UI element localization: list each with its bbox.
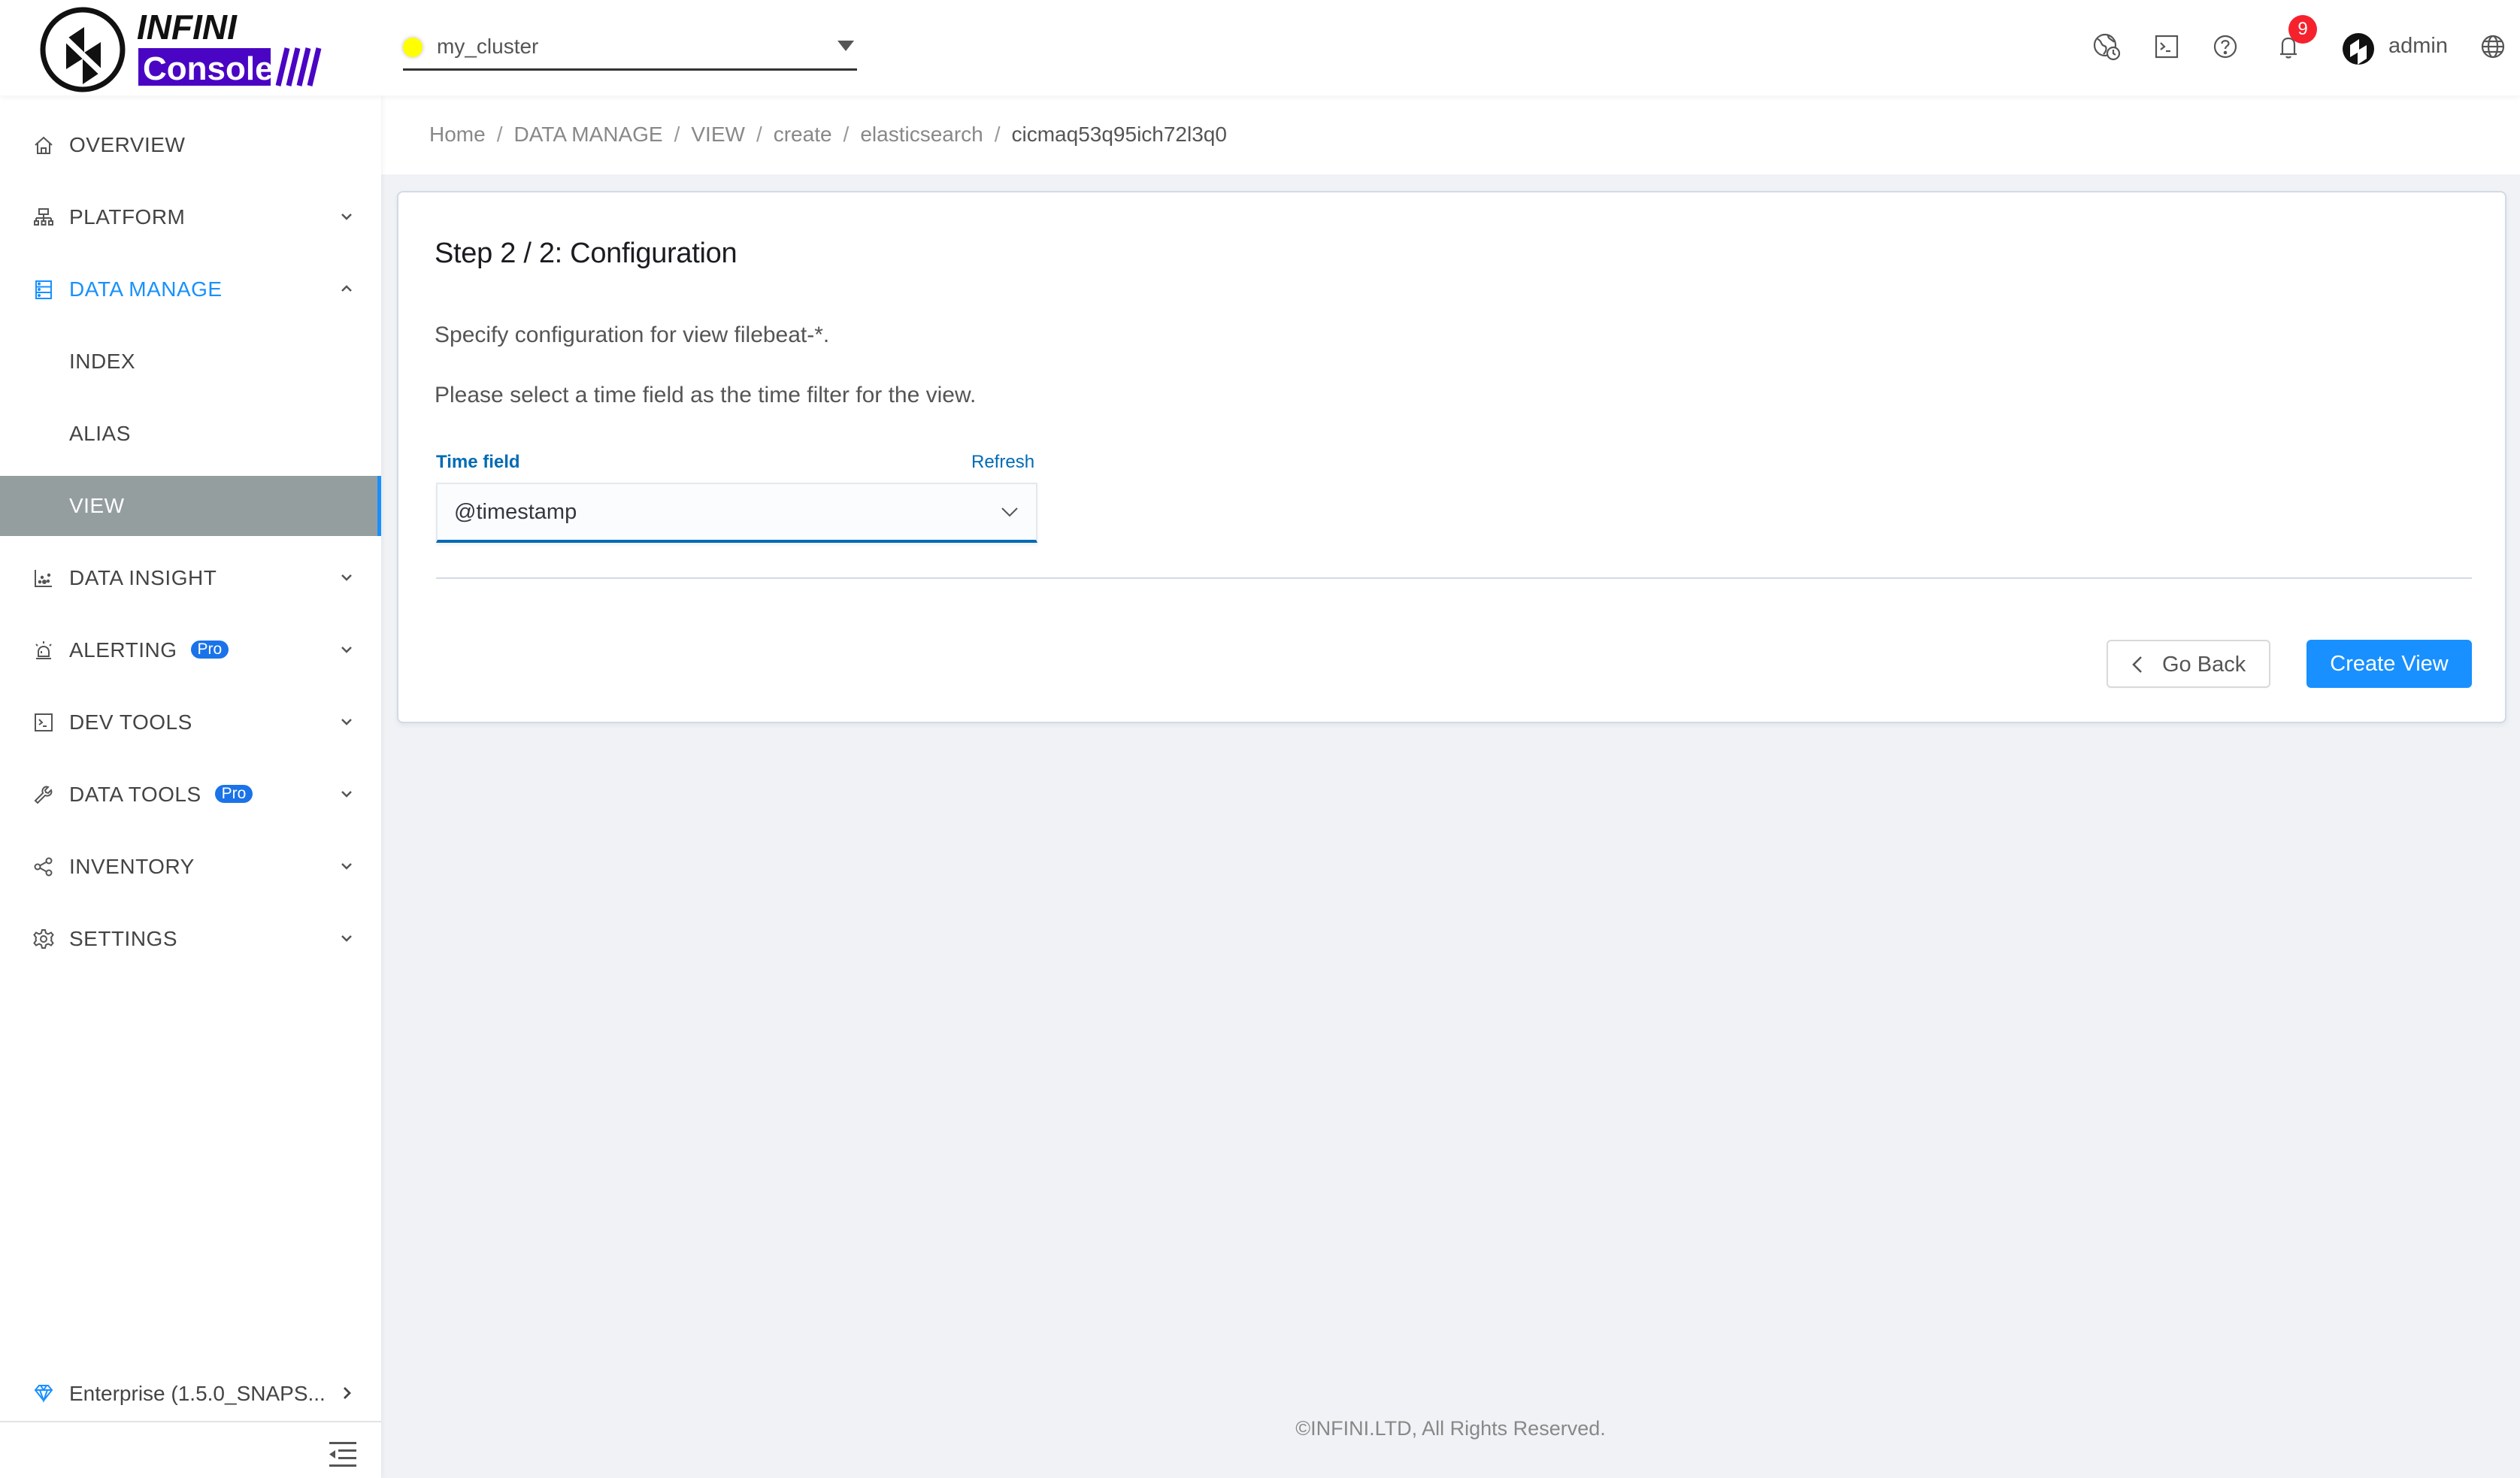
notification-badge: 9 <box>2288 15 2317 44</box>
terminal-icon <box>33 712 54 733</box>
sidebar-item-inventory[interactable]: INVENTORY <box>0 837 381 897</box>
help-icon[interactable] <box>2210 32 2240 62</box>
breadcrumb-separator: / <box>496 123 503 146</box>
breadcrumb-current: cicmaq53q95ich72l3q0 <box>1011 123 1227 146</box>
refresh-link[interactable]: Refresh <box>971 452 1034 473</box>
siren-icon <box>33 640 54 661</box>
chevron-right-icon <box>340 1385 355 1401</box>
breadcrumb-elasticsearch[interactable]: elasticsearch <box>860 123 983 146</box>
cluster-name: my_cluster <box>437 35 539 58</box>
pro-badge: Pro <box>214 784 253 803</box>
sidebar-item-label: DATA INSIGHT <box>69 566 217 589</box>
language-globe-icon[interactable] <box>2478 32 2508 62</box>
breadcrumb-bar: Home / DATA MANAGE / VIEW / create / elasticsear… <box>381 95 2520 174</box>
chevron-up-icon <box>338 280 355 297</box>
globe-clock-icon[interactable] <box>2091 32 2122 62</box>
breadcrumb: Home / DATA MANAGE / VIEW / create / elasticsear… <box>429 123 1227 147</box>
sidebar-item-settings[interactable]: SETTINGS <box>0 909 381 969</box>
sidebar-item-index[interactable]: INDEX <box>0 332 381 392</box>
user-avatar[interactable] <box>2343 33 2374 65</box>
create-view-button[interactable]: Create View <box>2306 640 2472 688</box>
breadcrumb-separator: / <box>843 123 850 146</box>
go-back-button[interactable]: Go Back <box>2107 640 2270 688</box>
user-menu[interactable]: admin <box>2388 34 2448 59</box>
time-field-value: @timestamp <box>454 500 577 524</box>
card-divider <box>436 577 2472 579</box>
gear-icon <box>33 928 54 949</box>
breadcrumb-separator: / <box>674 123 680 146</box>
breadcrumb-create[interactable]: create <box>774 123 832 146</box>
chevron-down-icon <box>338 930 355 946</box>
terminal-icon[interactable] <box>2152 32 2182 62</box>
chevron-down-icon <box>338 208 355 225</box>
breadcrumb-separator: / <box>994 123 1001 146</box>
sidebar-item-label: ALERTING Pro <box>69 638 229 662</box>
infini-console-logo[interactable]: INFINI Console <box>36 3 337 93</box>
top-header: INFINI Console my_cluster 9 admin <box>0 0 2520 95</box>
time-field-instruction: Please select a time field as the time f… <box>435 383 977 407</box>
cluster-select[interactable]: my_cluster <box>403 26 857 71</box>
configuration-card: Step 2 / 2: Configuration Specify config… <box>397 191 2506 723</box>
sidebar-item-view[interactable]: VIEW <box>0 476 381 536</box>
collapse-menu-icon[interactable] <box>328 1442 358 1467</box>
home-icon <box>33 135 54 156</box>
sidebar-item-data-manage[interactable]: DATA MANAGE <box>0 259 381 320</box>
go-back-label: Go Back <box>2162 653 2246 677</box>
sidebar-item-label: SETTINGS <box>69 927 178 950</box>
share-nodes-icon <box>33 856 54 877</box>
sidebar-item-alerting[interactable]: ALERTING Pro <box>0 620 381 680</box>
sidebar-item-label: ALIAS <box>69 422 131 445</box>
sidebar-item-label: INVENTORY <box>69 855 195 878</box>
sidebar-item-label: PLATFORM <box>69 205 186 229</box>
sidebar-divider <box>0 1421 381 1422</box>
caret-down-icon <box>837 41 854 51</box>
sidebar: OVERVIEW PLATFORM DATA MANAGE INDEX ALIA… <box>0 95 381 1478</box>
sidebar-item-alias[interactable]: ALIAS <box>0 404 381 464</box>
database-icon <box>33 279 54 300</box>
breadcrumb-separator: / <box>756 123 762 146</box>
sidebar-item-label: DATA TOOLS Pro <box>69 783 253 807</box>
edition-label: Enterprise (1.5.0_SNAPS... <box>69 1382 326 1405</box>
breadcrumb-data-manage[interactable]: DATA MANAGE <box>513 123 662 146</box>
breadcrumb-home[interactable]: Home <box>429 123 486 146</box>
chevron-down-icon <box>338 713 355 730</box>
time-field-select[interactable]: @timestamp <box>436 483 1037 543</box>
time-field-label: Time field <box>436 452 520 472</box>
diamond-icon <box>33 1383 54 1404</box>
sidebar-item-data-tools[interactable]: DATA TOOLS Pro <box>0 765 381 825</box>
sidebar-item-dev-tools[interactable]: DEV TOOLS <box>0 692 381 753</box>
sidebar-item-overview[interactable]: OVERVIEW <box>0 115 381 175</box>
footer-copyright: ©INFINI.LTD, All Rights Reserved. <box>1295 1417 1606 1440</box>
chevron-down-icon <box>338 569 355 586</box>
sidebar-item-platform[interactable]: PLATFORM <box>0 187 381 247</box>
pro-badge: Pro <box>190 640 229 659</box>
sidebar-item-label: VIEW <box>69 494 125 517</box>
cluster-status-dot <box>403 38 423 57</box>
page-title: Step 2 / 2: Configuration <box>435 238 738 269</box>
sidebar-item-label: DATA MANAGE <box>69 277 223 301</box>
view-description: Specify configuration for view filebeat-… <box>435 323 830 347</box>
sidebar-item-label: DEV TOOLS <box>69 710 192 734</box>
wrench-icon <box>33 784 54 805</box>
sidebar-item-label: OVERVIEW <box>69 133 186 156</box>
chevron-down-icon <box>338 858 355 874</box>
edition-info[interactable]: Enterprise (1.5.0_SNAPS... <box>0 1370 381 1416</box>
chevron-down-icon <box>338 786 355 802</box>
sidebar-item-data-insight[interactable]: DATA INSIGHT <box>0 548 381 608</box>
brand-top-text: INFINI <box>137 8 238 47</box>
sitemap-icon <box>33 207 54 228</box>
sidebar-item-label: INDEX <box>69 350 136 373</box>
chevron-down-icon <box>338 641 355 658</box>
chevron-down-icon <box>1000 502 1019 522</box>
scatter-chart-icon <box>33 568 54 589</box>
breadcrumb-view[interactable]: VIEW <box>691 123 745 146</box>
arrow-left-icon <box>2131 656 2144 674</box>
brand-bottom-text: Console <box>143 50 274 87</box>
